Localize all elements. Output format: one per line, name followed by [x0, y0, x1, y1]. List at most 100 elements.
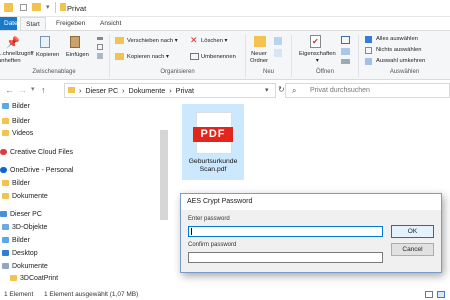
folder-icon: [2, 130, 9, 137]
paste-button[interactable]: Einfügen: [66, 52, 89, 58]
desktop-icon: [2, 250, 9, 257]
nav-item-bilder[interactable]: Bilder: [2, 101, 30, 113]
customize-qat-icon[interactable]: ▾: [46, 3, 50, 11]
copy-icon: [40, 36, 50, 48]
copy-to-button[interactable]: Kopieren nach ▾: [127, 54, 169, 60]
tab-file[interactable]: Datei: [0, 17, 19, 30]
nav-item-bilder[interactable]: Bilder: [2, 116, 30, 128]
tab-start[interactable]: Start: [20, 17, 46, 30]
confirm-password-label: Confirm password: [188, 242, 237, 248]
pictures-icon: [2, 103, 9, 110]
new-folder-button[interactable]: Neuer Ordner: [250, 51, 268, 65]
rename-button[interactable]: Umbenennen: [201, 54, 236, 60]
new-folder-icon: [254, 36, 266, 47]
nav-item-dokumente[interactable]: Dokumente: [2, 261, 48, 273]
group-clipboard: Zwischenablage: [32, 69, 76, 75]
nav-item-creative-cloud[interactable]: Creative Cloud Files: [0, 147, 73, 159]
folder-icon: [60, 3, 66, 11]
nav-label: Bilder: [12, 237, 30, 244]
properties-button[interactable]: Eigenschaften ▾: [299, 51, 336, 65]
select-all-icon: [365, 36, 372, 43]
rename-icon: [190, 53, 199, 60]
easy-access-icon[interactable]: [274, 49, 282, 57]
nav-scrollbar[interactable]: [160, 130, 168, 220]
paste-shortcut-icon[interactable]: [97, 53, 103, 59]
recent-locations-icon[interactable]: ▾: [31, 85, 35, 93]
nav-item-dokumente[interactable]: Dokumente: [2, 191, 48, 203]
item-count: 1 Element: [4, 291, 34, 298]
history-icon[interactable]: [341, 59, 350, 64]
copy-to-icon: [115, 53, 124, 60]
delete-button[interactable]: Löschen ▾: [201, 38, 227, 44]
search-placeholder[interactable]: Privat durchsuchen: [310, 87, 370, 94]
group-select: Auswählen: [389, 69, 420, 75]
breadcrumb[interactable]: › Dieser PC › Dokumente › Privat: [79, 86, 194, 95]
delete-icon: ✕: [190, 35, 198, 45]
dialog-title: AES Crypt Password: [181, 194, 441, 210]
3d-objects-icon: [2, 224, 9, 231]
nav-label: 3DCoatPrint: [20, 275, 59, 282]
nav-item-onedrive[interactable]: OneDrive - Personal: [0, 165, 73, 177]
select-none-icon: [365, 47, 372, 54]
nav-item-bilder[interactable]: Bilder: [2, 235, 30, 247]
explorer-icon: [4, 3, 13, 12]
open-icon[interactable]: [341, 36, 350, 44]
forward-arrow-icon[interactable]: →: [18, 85, 27, 95]
creative-cloud-icon: [0, 149, 7, 156]
selection-info: 1 Element ausgewählt (1,07 MB): [44, 291, 139, 298]
tab-view[interactable]: Ansicht: [96, 17, 125, 30]
nav-label: Desktop: [12, 250, 38, 257]
tab-share[interactable]: Freigeben: [52, 17, 89, 30]
properties-quick-icon[interactable]: [20, 4, 27, 11]
ribbon: 📌 ...chnellzugriff anheften Kopieren Ein…: [0, 30, 450, 80]
select-none-button[interactable]: Nichts auswählen: [376, 47, 421, 53]
folder-icon: [68, 87, 75, 93]
address-dropdown-icon[interactable]: ▾: [265, 86, 269, 94]
folder-icon: [2, 193, 9, 200]
ok-button[interactable]: OK: [391, 225, 434, 238]
pin-quick-access-button[interactable]: ...chnellzugriff anheften: [0, 51, 34, 65]
nav-label: Creative Cloud Files: [10, 149, 74, 156]
copy-button[interactable]: Kopieren: [36, 52, 59, 58]
nav-item-videos[interactable]: Videos: [2, 128, 33, 140]
paste-icon: [70, 36, 80, 48]
enter-password-label: Enter password: [188, 216, 230, 222]
nav-item-3d-objekte[interactable]: 3D-Objekte: [2, 222, 47, 234]
address-bar[interactable]: › Dieser PC › Dokumente › Privat ▾: [64, 83, 276, 98]
nav-label: Videos: [12, 130, 34, 137]
nav-item-3dcoatprint[interactable]: 3DCoatPrint: [10, 273, 58, 285]
confirm-password-input[interactable]: [188, 252, 383, 263]
pin-icon: 📌: [6, 37, 20, 49]
folder-icon: [10, 275, 17, 282]
search-box[interactable]: ⌕ Privat durchsuchen: [285, 83, 450, 98]
password-input[interactable]: [188, 226, 383, 237]
nav-item-desktop[interactable]: Desktop: [2, 248, 38, 260]
window-title: Privat: [67, 4, 87, 13]
up-arrow-icon[interactable]: ↑: [41, 85, 46, 95]
invert-selection-button[interactable]: Auswahl umkehren: [376, 58, 425, 64]
new-folder-quick-icon[interactable]: [32, 3, 41, 11]
refresh-icon[interactable]: ↻: [278, 85, 285, 94]
select-all-button[interactable]: Alles auswählen: [376, 36, 418, 42]
computer-icon: [0, 211, 7, 218]
nav-label: Bilder: [12, 118, 30, 125]
move-to-button[interactable]: Verschieben nach ▾: [127, 38, 178, 44]
back-arrow-icon[interactable]: ←: [5, 85, 14, 95]
edit-icon[interactable]: [341, 48, 350, 55]
documents-icon: [2, 263, 9, 270]
group-organize: Organisieren: [160, 69, 195, 75]
nav-item-dieser-pc[interactable]: Dieser PC: [0, 209, 42, 221]
nav-label: Dokumente: [12, 193, 48, 200]
cut-icon[interactable]: [97, 37, 103, 40]
text-cursor: [191, 228, 192, 235]
new-item-icon[interactable]: [274, 37, 282, 45]
details-view-icon[interactable]: [425, 291, 433, 298]
nav-item-bilder[interactable]: Bilder: [2, 178, 30, 190]
large-icons-view-icon[interactable]: [437, 291, 445, 298]
nav-label: Dokumente: [12, 263, 48, 270]
status-bar: 1 Element 1 Element ausgewählt (1,07 MB): [0, 290, 450, 300]
nav-label: Dieser PC: [10, 211, 42, 218]
copy-path-icon[interactable]: [97, 44, 103, 50]
onedrive-icon: [0, 167, 7, 174]
cancel-button[interactable]: Cancel: [391, 243, 434, 256]
